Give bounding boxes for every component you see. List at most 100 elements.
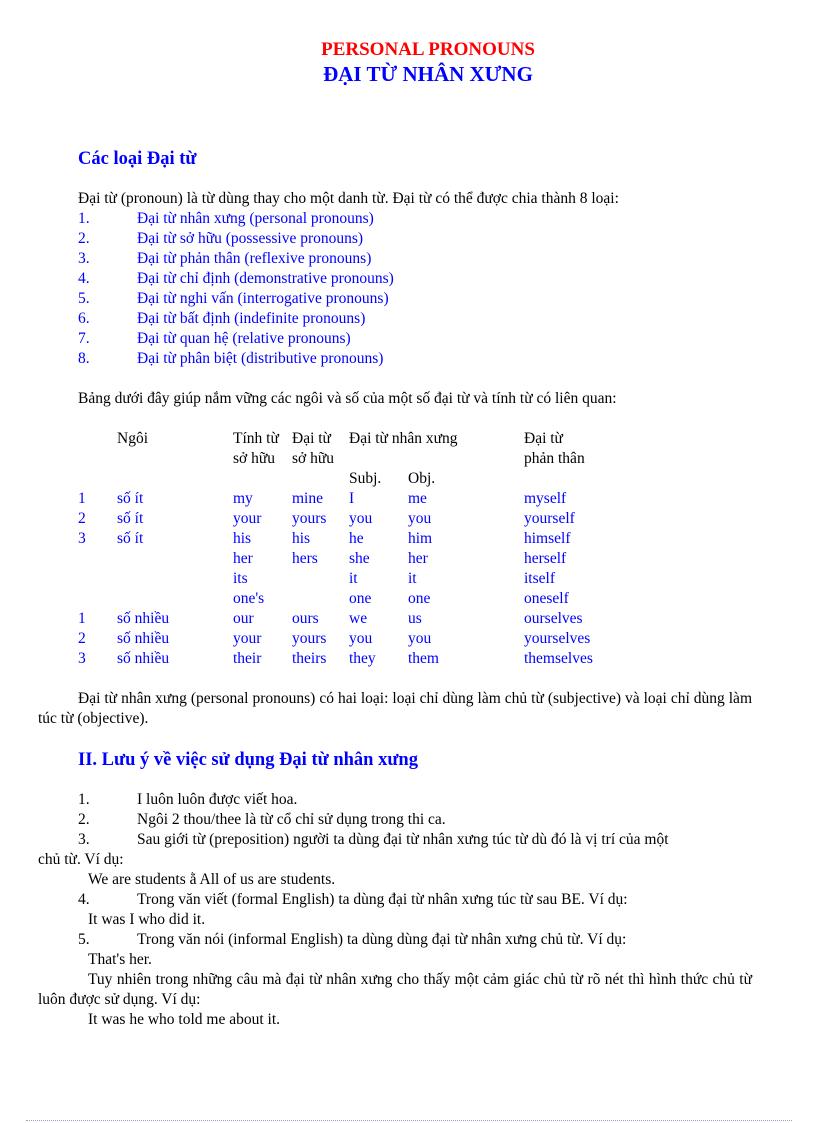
cell-subject: one <box>349 590 372 607</box>
list-item: I luôn luôn được viết hoa. <box>137 791 298 808</box>
header-possessive-pronoun-line2: sở hữu <box>292 450 335 467</box>
document-title-english: PERSONAL PRONOUNS <box>321 39 535 60</box>
cell-object: you <box>408 630 432 647</box>
header-reflexive-line2: phản thân <box>524 450 585 467</box>
header-possessive-adjective-line2: sở hữu <box>233 450 276 467</box>
list-item-number: 3. <box>78 250 90 267</box>
list-item-number: 5. <box>78 931 90 948</box>
cell-possessive-pronoun: yours <box>292 510 327 527</box>
cell-possessive-adjective: his <box>233 530 252 547</box>
list-item-number: 7. <box>78 330 90 347</box>
list-item: Trong văn viết (formal English) ta dùng … <box>137 891 628 908</box>
list-item: Trong văn nói (informal English) ta dùng… <box>137 931 627 948</box>
cell-number: số ít <box>117 510 144 527</box>
header-person: Ngôi <box>117 430 148 447</box>
list-item-number: 6. <box>78 310 90 327</box>
cell-possessive-adjective: your <box>233 510 262 527</box>
cell-object: one <box>408 590 431 607</box>
cell-possessive-pronoun: yours <box>292 630 327 647</box>
cell-reflexive: yourself <box>524 510 575 527</box>
cell-reflexive: itself <box>524 570 555 587</box>
list-item: Sau giới từ (preposition) người ta dùng … <box>137 831 669 848</box>
cell-object: you <box>408 510 432 527</box>
list-item-number: 8. <box>78 350 90 367</box>
list-item-number: 4. <box>78 270 90 287</box>
personal-pronoun-closing-paragraph: Đại từ nhân xưng (personal pronouns) có … <box>38 690 752 727</box>
list-item-continuation: chủ từ. Ví dụ: <box>38 851 124 868</box>
cell-possessive-adjective: one's <box>233 590 265 607</box>
cell-person: 1 <box>78 610 86 627</box>
cell-possessive-adjective: your <box>233 630 262 647</box>
cell-reflexive: herself <box>524 550 567 567</box>
cell-subject: it <box>349 570 358 587</box>
list-item-number: 3. <box>78 831 90 848</box>
header-possessive-adjective: Tính từ <box>233 430 279 447</box>
list-item: Đại từ bất định (indefinite pronouns) <box>137 310 366 327</box>
cell-subject: you <box>349 630 373 647</box>
cell-subject: you <box>349 510 373 527</box>
cell-number: số nhiều <box>117 630 170 647</box>
section-heading-pronoun-types: Các loại Đại từ <box>78 149 197 169</box>
header-subject: Subj. <box>349 470 382 487</box>
cell-reflexive: oneself <box>524 590 569 607</box>
cell-object: me <box>408 490 427 507</box>
subjective-note-paragraph: Tuy nhiên trong những câu mà đại từ nhân… <box>38 971 752 1008</box>
list-item-number: 2. <box>78 811 90 828</box>
cell-person: 1 <box>78 490 86 507</box>
cell-possessive-pronoun: theirs <box>292 650 327 667</box>
list-item-number: 1. <box>78 791 90 808</box>
cell-possessive-pronoun: his <box>292 530 311 547</box>
cell-possessive-pronoun: ours <box>292 610 319 627</box>
cell-number: số nhiều <box>117 650 170 667</box>
cell-possessive-pronoun: hers <box>292 550 318 567</box>
list-item-number: 5. <box>78 290 90 307</box>
example-sentence: That's her. <box>88 951 152 968</box>
cell-number: số ít <box>117 490 144 507</box>
cell-object: her <box>408 550 428 567</box>
example-sentence: It was he who told me about it. <box>88 1011 280 1028</box>
cell-subject: I <box>349 490 355 507</box>
cell-reflexive: themselves <box>524 650 593 667</box>
example-sentence: It was I who did it. <box>88 911 206 928</box>
cell-possessive-adjective: our <box>233 610 254 627</box>
cell-object: it <box>408 570 417 587</box>
cell-subject: we <box>349 610 368 627</box>
header-possessive-pronoun: Đại từ <box>292 430 331 447</box>
cell-person: 3 <box>78 530 86 547</box>
cell-possessive-adjective: their <box>233 650 262 667</box>
cell-subject: they <box>349 650 376 667</box>
pronoun-intro-text: Đại từ (pronoun) là từ dùng thay cho một… <box>78 190 619 207</box>
cell-object: him <box>408 530 433 547</box>
cell-subject: he <box>349 530 364 547</box>
cell-number: số ít <box>117 530 144 547</box>
cell-person: 3 <box>78 650 86 667</box>
cell-reflexive: myself <box>524 490 567 507</box>
table-intro-text: Bảng dưới đây giúp nắm vững các ngôi và … <box>78 390 617 407</box>
list-item: Đại từ phân biệt (distributive pronouns) <box>137 350 384 367</box>
cell-reflexive: himself <box>524 530 571 547</box>
list-item-number: 2. <box>78 230 90 247</box>
document-title-vietnamese: ĐẠI TỪ NHÂN XƯNG <box>323 62 533 86</box>
list-item-number: 4. <box>78 891 90 908</box>
cell-object: us <box>408 610 422 627</box>
cell-possessive-adjective: her <box>233 550 253 567</box>
header-personal-pronoun: Đại từ nhân xưng <box>349 430 458 447</box>
cell-reflexive: ourselves <box>524 610 583 627</box>
list-item: Đại từ chỉ định (demonstrative pronouns) <box>137 270 394 287</box>
list-item-number: 1. <box>78 210 90 227</box>
cell-possessive-adjective: my <box>233 490 253 507</box>
list-item: Ngôi 2 thou/thee là từ cổ chỉ sử dụng tr… <box>137 811 446 828</box>
list-item: Đại từ sở hữu (possessive pronouns) <box>137 230 364 247</box>
cell-person: 2 <box>78 510 86 527</box>
cell-possessive-pronoun: mine <box>292 490 323 507</box>
list-item: Đại từ quan hệ (relative pronouns) <box>137 330 351 347</box>
list-item: Đại từ nhân xưng (personal pronouns) <box>137 210 374 227</box>
list-item: Đại từ nghi vấn (interrogative pronouns) <box>137 290 389 307</box>
cell-object: them <box>408 650 439 667</box>
cell-subject: she <box>349 550 370 567</box>
header-reflexive: Đại từ <box>524 430 563 447</box>
cell-number: số nhiều <box>117 610 170 627</box>
cell-reflexive: yourselves <box>524 630 591 647</box>
cell-possessive-adjective: its <box>233 570 248 587</box>
section-heading-usage-notes: II. Lưu ý về việc sử dụng Đại từ nhân xư… <box>78 750 418 770</box>
